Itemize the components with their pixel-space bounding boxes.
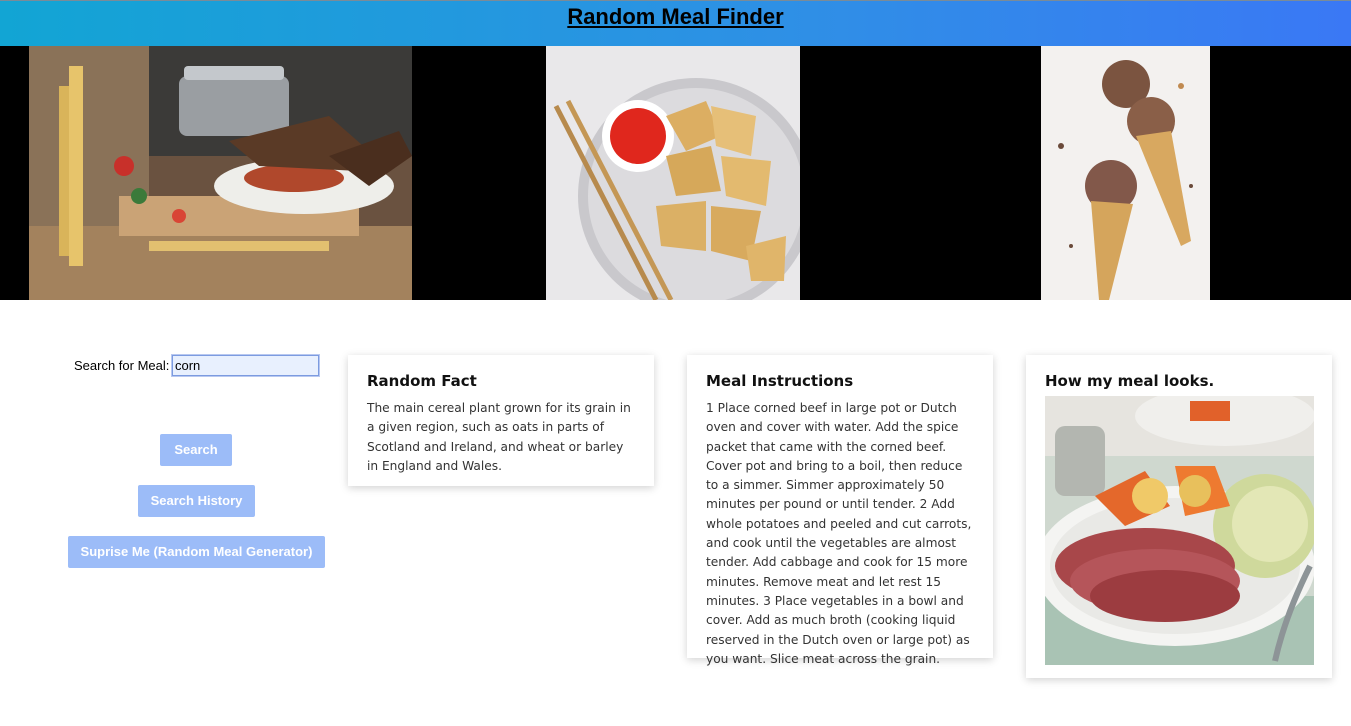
corned-beef-cabbage-photo — [1045, 396, 1314, 665]
meal-instructions-card: Meal Instructions 1 Place corned beef in… — [687, 355, 993, 666]
page-title: Random Meal Finder — [567, 4, 784, 29]
surprise-me-button[interactable]: Suprise Me (Random Meal Generator) — [68, 536, 325, 568]
search-button[interactable]: Search — [160, 434, 232, 466]
random-fact-text: The main cereal plant grown for its grai… — [367, 401, 631, 473]
search-history-button[interactable]: Search History — [138, 485, 255, 517]
wontons-bowl-photo — [546, 46, 800, 300]
meal-image-card: How my meal looks. — [1026, 355, 1332, 678]
app-header: Random Meal Finder — [0, 0, 1351, 46]
meal-instructions-title: Meal Instructions — [706, 372, 854, 390]
random-fact-card: Random Fact The main cereal plant grown … — [348, 355, 654, 486]
ice-cream-cones-photo — [1041, 46, 1210, 300]
random-fact-title: Random Fact — [367, 372, 477, 390]
meal-image-title: How my meal looks. — [1045, 372, 1215, 390]
search-label: Search for Meal: — [74, 358, 170, 373]
photo-banner — [0, 46, 1351, 300]
pasta-kitchen-photo — [29, 46, 412, 300]
meal-instructions-text: 1 Place corned beef in large pot or Dutc… — [706, 401, 972, 666]
search-input[interactable] — [171, 354, 320, 377]
